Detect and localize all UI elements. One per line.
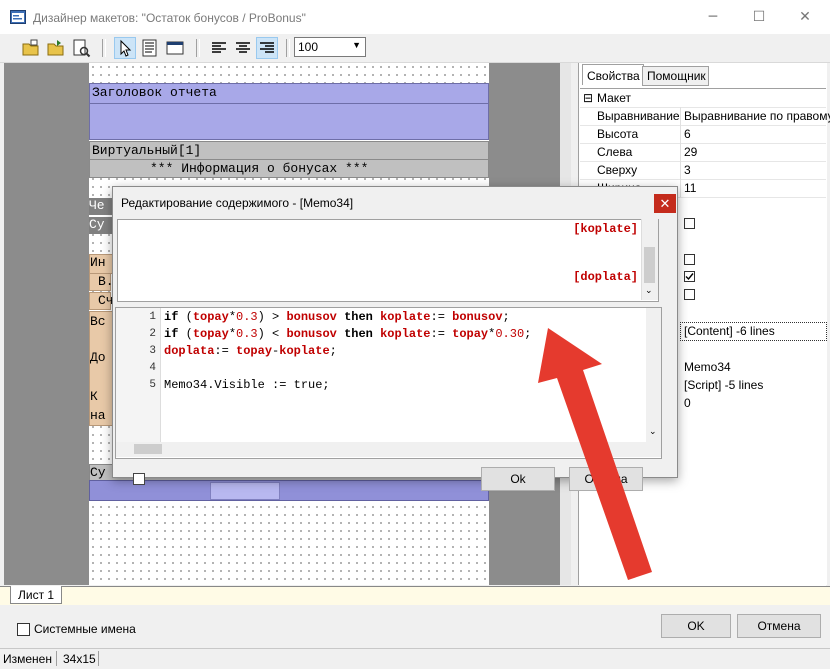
name-property-value[interactable]: Memo34 [684,360,731,374]
memo-partial[interactable]: Сч [89,292,114,310]
report-header-band-body[interactable] [89,103,489,140]
memo-partial[interactable]: Вс До К на [89,311,113,426]
preview-button[interactable] [70,37,92,59]
memo-partial[interactable]: Че [89,198,112,215]
system-names-label: Системные имена [34,622,136,636]
text-tool-button[interactable] [139,37,161,59]
window-title: Дизайнер макетов: "Остаток бонусов / Pro… [33,11,306,25]
dialog-close-button[interactable]: ✕ [654,194,676,213]
scrollbar-thumb[interactable] [134,444,162,454]
band-label: Заголовок отчета [92,85,217,100]
select-tool-button[interactable] [114,37,136,59]
toolbar-separator [286,39,290,57]
dialog-cancel-button[interactable]: Отмена [569,467,643,491]
numeric-property-value[interactable]: 0 [684,396,691,410]
code-line: if (topay*0.3) > bonusov then koplate:= … [164,310,510,324]
minimize-button[interactable]: ─ [690,0,736,34]
property-row[interactable]: Сверху 3 [580,161,826,180]
open-button[interactable] [20,37,42,59]
line-number-gutter: 1 2 3 4 5 [116,308,161,442]
chevron-down-icon[interactable]: ⌄ [645,285,653,296]
close-button[interactable]: ✕ [782,0,828,34]
scrollbar-thumb[interactable] [644,247,655,283]
chevron-down-icon: ▼ [352,40,361,50]
folder-save-icon [47,40,64,56]
dialog-ok-button[interactable]: Ok [481,467,555,491]
script-property-value[interactable]: [Script] -5 lines [684,378,763,392]
title-bar: Дизайнер макетов: "Остаток бонусов / Pro… [0,0,830,34]
folder-open-icon [22,39,39,56]
align-left-icon [212,42,226,53]
code-line: if (topay*0.3) < bonusov then koplate:= … [164,327,532,341]
zoom-select[interactable]: 100 ▼ [294,37,366,57]
footer-band[interactable] [89,480,489,501]
cancel-button[interactable]: Отмена [737,614,821,638]
chevron-down-icon[interactable]: ⌄ [649,426,657,437]
info-band[interactable]: *** Информация о бонусах *** [89,159,489,178]
memo-icon [142,39,157,57]
align-center-icon [236,42,250,53]
tab-helper[interactable]: Помощник [642,66,709,86]
toolbar-separator [102,39,106,57]
script-vertical-scrollbar[interactable]: ⌄ [646,308,661,442]
memo-partial[interactable]: Су [89,217,112,234]
maximize-button[interactable]: ☐ [736,0,782,34]
memo-line: [doplata] [573,270,638,284]
memo-scrollbar[interactable]: ⌄ [641,219,658,300]
script-editor[interactable]: 1 2 3 4 5 if (topay*0.3) > bonusov then … [115,307,662,459]
content-property-value[interactable]: [Content] -6 lines [680,322,827,341]
memo-line: [koplate] [573,222,638,236]
property-row[interactable]: Высота 6 [580,125,826,144]
align-right-icon [260,42,274,53]
report-header-band[interactable]: Заголовок отчета [89,83,489,104]
band-label: *** Информация о бонусах *** [150,161,369,176]
system-names-checkbox[interactable] [17,623,30,636]
script-horizontal-scrollbar[interactable] [116,442,661,457]
virtual-band[interactable]: Виртуальный[1] [89,141,489,160]
align-right-button[interactable] [256,37,278,59]
dialog-checkbox[interactable] [133,473,145,485]
property-checkbox[interactable] [684,289,695,300]
edit-content-dialog: Редактирование содержимого - [Memo34] ✕ … [112,186,678,491]
checkmark-icon [685,273,694,281]
dialog-title: Редактирование содержимого - [Memo34] [121,196,354,210]
band-label: Виртуальный[1] [92,143,202,158]
sheet-tab-strip [0,586,830,605]
app-icon [10,10,26,24]
tab-properties[interactable]: Свойства [582,64,644,85]
band-icon [166,41,184,55]
property-group[interactable]: ⊟ Макет [580,89,826,108]
code-line: Memo34.Visible := true; [164,378,330,392]
status-size: 34x15 [63,652,96,666]
band-tool-button[interactable] [164,37,186,59]
property-checkbox-checked[interactable] [684,271,695,282]
memo-partial[interactable]: В. [89,273,114,291]
code-line: doplata:= topay-koplate; [164,344,337,358]
toolbar: 100 ▼ [0,34,830,63]
property-checkbox[interactable] [684,254,695,265]
cursor-icon [120,39,132,57]
property-row[interactable]: Слева 29 [580,143,826,162]
align-left-button[interactable] [208,37,230,59]
footer-memo[interactable] [210,482,280,500]
preview-icon [73,39,91,58]
memo-content-editor[interactable]: [koplate] [doplata] [117,219,659,302]
status-state: Изменен [3,652,52,666]
sheet-tab[interactable]: Лист 1 [10,586,62,604]
collapse-icon[interactable]: ⊟ [583,91,593,105]
property-checkbox[interactable] [684,218,695,229]
ok-button[interactable]: OK [661,614,731,638]
status-bar: Изменен 34x15 [0,648,830,669]
property-row[interactable]: Выравнивание Выравнивание по правому [580,107,830,126]
save-button[interactable] [45,37,67,59]
memo-partial[interactable]: Ин [89,254,113,274]
align-center-button[interactable] [232,37,254,59]
zoom-value: 100 [298,40,319,54]
toolbar-separator [196,39,200,57]
